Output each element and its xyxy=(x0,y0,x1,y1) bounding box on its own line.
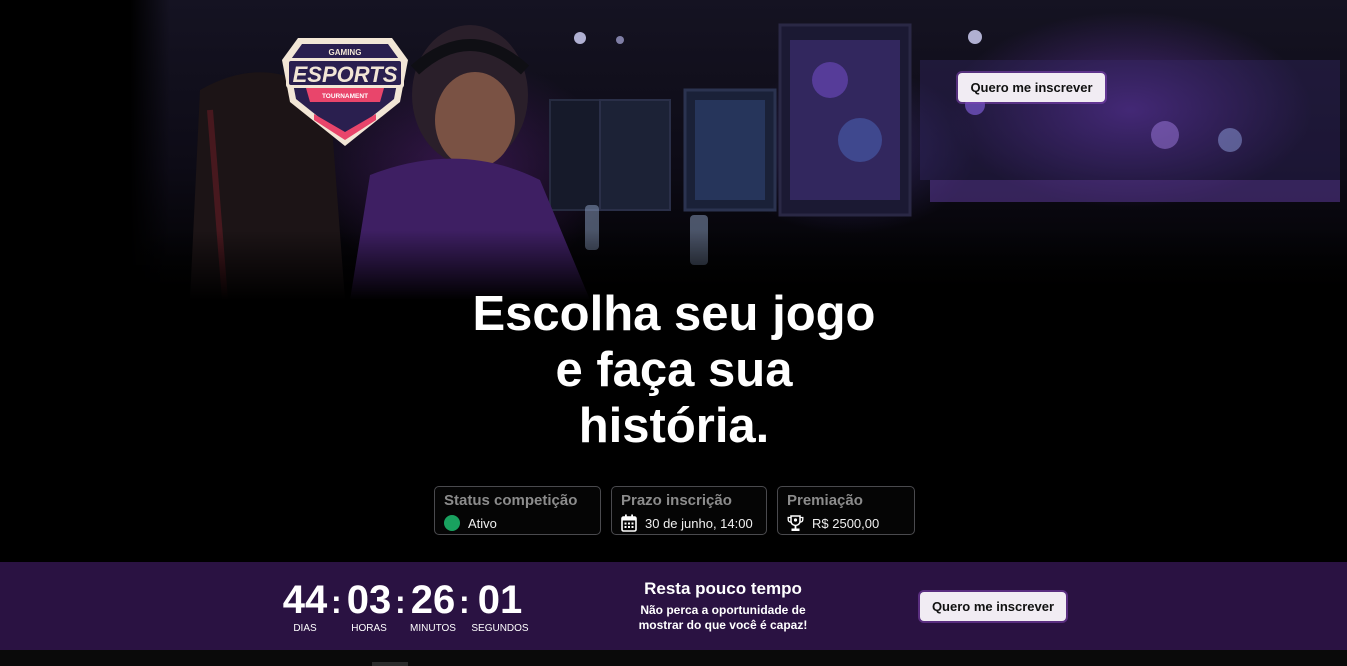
deadline-card-title: Prazo inscrição xyxy=(621,492,732,509)
countdown-minutes-label: MINUTOS xyxy=(410,623,456,634)
subscribe-button-header[interactable]: Quero me inscrever xyxy=(958,73,1105,102)
esports-logo: GAMING ESPORTS TOURNAMENT xyxy=(276,30,414,148)
countdown-separator: : xyxy=(395,584,406,620)
countdown-seconds-value: 01 xyxy=(477,578,523,622)
status-card-row: Ativo xyxy=(444,514,497,532)
deadline-card: Prazo inscrição 30 de junho, 14:00 xyxy=(611,486,767,535)
countdown-hours-label: HORAS xyxy=(351,623,387,634)
svg-text:ESPORTS: ESPORTS xyxy=(293,62,398,87)
hurry-message: Resta pouco tempo Não perca a oportunida… xyxy=(612,579,834,633)
page-bottom-strip xyxy=(0,650,1347,666)
hurry-text-line: Não perca a oportunidade de xyxy=(640,603,806,617)
svg-text:TOURNAMENT: TOURNAMENT xyxy=(322,93,368,100)
hurry-text: Não perca a oportunidade de mostrar do q… xyxy=(612,603,834,633)
countdown-days-label: DIAS xyxy=(293,623,317,634)
deadline-card-row: 30 de junho, 14:00 xyxy=(621,514,753,532)
calendar-icon xyxy=(621,514,637,532)
countdown-days: 44 DIAS xyxy=(280,578,330,635)
status-card-title: Status competição xyxy=(444,492,578,509)
status-card: Status competição Ativo xyxy=(434,486,601,535)
subscribe-button-countdown[interactable]: Quero me inscrever xyxy=(920,592,1066,621)
countdown-days-value: 44 xyxy=(282,578,328,622)
esports-shield-icon: GAMING ESPORTS TOURNAMENT xyxy=(282,38,408,146)
countdown-separator: : xyxy=(459,584,470,620)
countdown-hours: 03 HORAS xyxy=(344,578,394,635)
hurry-title: Resta pouco tempo xyxy=(644,579,802,598)
scroll-indicator xyxy=(372,662,408,666)
status-card-value: Ativo xyxy=(468,515,497,531)
countdown-separator: : xyxy=(331,584,342,620)
countdown-seconds-label: SEGUNDOS xyxy=(471,623,529,634)
trophy-icon xyxy=(787,514,804,531)
hero-headline-line: história. xyxy=(578,399,770,453)
countdown-minutes: 26 MINUTOS xyxy=(408,578,458,635)
hurry-text-line: mostrar do que você é capaz! xyxy=(638,618,808,632)
hero-headline-line: Escolha seu jogo xyxy=(472,287,876,341)
status-dot-icon xyxy=(444,515,460,531)
hero-headline: Escolha seu jogo e faça sua história. xyxy=(424,286,924,454)
countdown-hours-value: 03 xyxy=(346,578,392,622)
prize-card-value: R$ 2500,00 xyxy=(812,515,880,531)
svg-text:GAMING: GAMING xyxy=(329,48,362,57)
countdown-minutes-value: 26 xyxy=(410,578,456,622)
deadline-card-value: 30 de junho, 14:00 xyxy=(645,515,753,531)
hero-headline-line: e faça sua xyxy=(555,343,793,397)
countdown-seconds: 01 SEGUNDOS xyxy=(470,578,530,635)
prize-card: Premiação R$ 2500,00 xyxy=(777,486,915,535)
prize-card-title: Premiação xyxy=(787,492,863,509)
landing-page: GAMING ESPORTS TOURNAMENT Quero me inscr… xyxy=(0,0,1347,666)
prize-card-row: R$ 2500,00 xyxy=(787,514,879,532)
